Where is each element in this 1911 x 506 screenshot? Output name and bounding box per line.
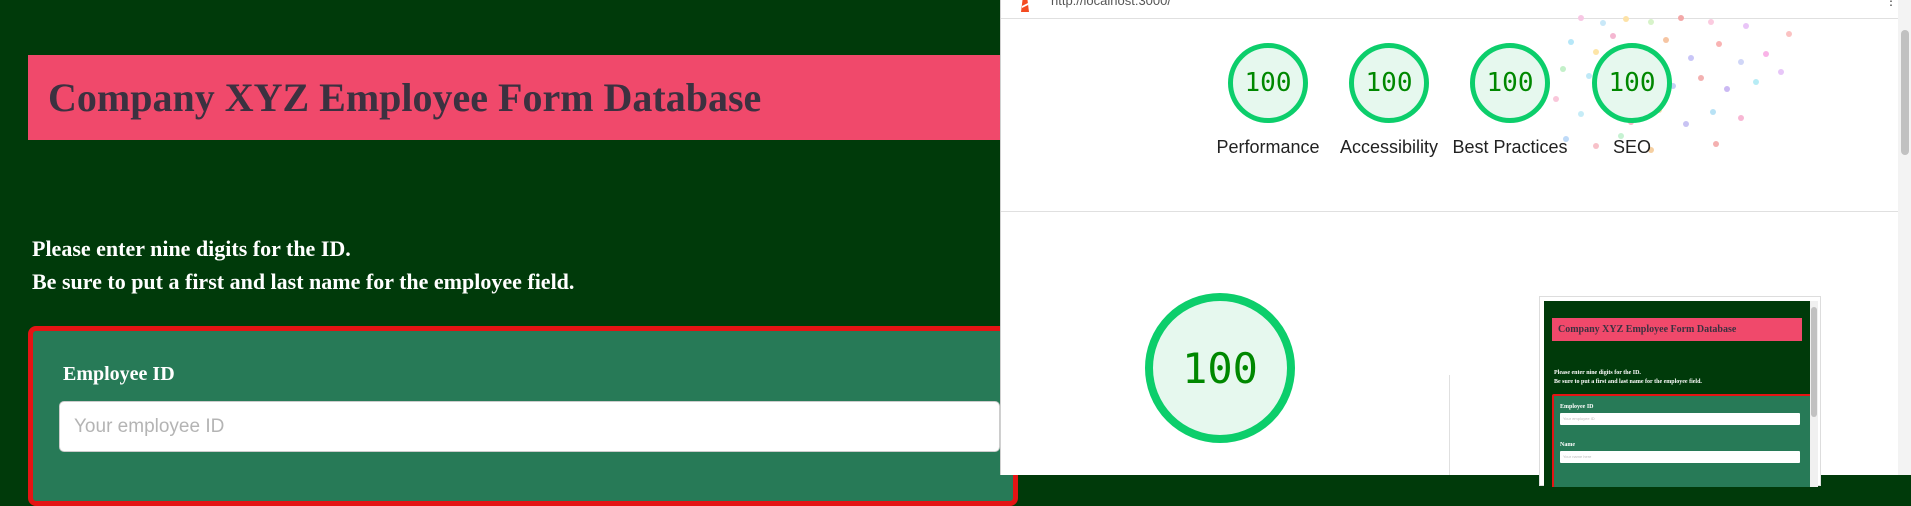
best-practices-score-gauge[interactable]: 100 xyxy=(1470,43,1550,123)
thumbnail-name-label: Name xyxy=(1560,442,1575,448)
thumbnail-instruction-id: Please enter nine digits for the ID. xyxy=(1554,370,1641,376)
employee-id-label: Employee ID xyxy=(63,363,175,385)
thumbnail-page: Company XYZ Employee Form Database Pleas… xyxy=(1544,301,1810,487)
thumbnail-employee-id-label: Employee ID xyxy=(1560,404,1594,410)
panel-scrollbar[interactable] xyxy=(1898,0,1911,475)
report-url[interactable]: http://localhost:3000/ xyxy=(1051,0,1171,8)
instruction-id: Please enter nine digits for the ID. xyxy=(32,236,351,261)
thumbnail-employee-id-input: Your employee ID xyxy=(1560,413,1800,425)
vertical-separator xyxy=(1449,375,1450,475)
seo-label[interactable]: SEO xyxy=(1567,135,1697,160)
thumbnail-name-input: Your name here xyxy=(1560,451,1800,463)
thumbnail-scrollbar xyxy=(1810,301,1818,487)
thumbnail-title: Company XYZ Employee Form Database xyxy=(1558,324,1737,335)
main-score-gauge: 100 xyxy=(1145,293,1295,443)
thumbnail-scroll-thumb xyxy=(1811,307,1817,417)
lighthouse-icon xyxy=(1021,0,1029,12)
lighthouse-report-panel: http://localhost:3000/ ⋮ 100 100 100 100… xyxy=(1000,0,1911,487)
section-divider xyxy=(1001,211,1898,212)
employee-id-input[interactable] xyxy=(59,401,1000,452)
performance-label[interactable]: Performance xyxy=(1203,135,1333,160)
best-practices-label[interactable]: Best Practices xyxy=(1445,135,1575,160)
thumbnail-banner: Company XYZ Employee Form Database xyxy=(1552,318,1802,341)
kebab-menu-icon[interactable]: ⋮ xyxy=(1885,0,1897,8)
employee-form-page: Company XYZ Employee Form Database Pleas… xyxy=(0,0,1018,506)
thumbnail-form: Employee ID Your employee ID Name Your n… xyxy=(1552,394,1810,487)
instruction-name: Be sure to put a first and last name for… xyxy=(32,269,575,294)
accessibility-score-gauge[interactable]: 100 xyxy=(1349,43,1429,123)
page-title: Company XYZ Employee Form Database xyxy=(48,75,762,120)
performance-score-gauge[interactable]: 100 xyxy=(1228,43,1308,123)
page-banner: Company XYZ Employee Form Database xyxy=(28,55,1000,140)
thumbnail-instruction-name: Be sure to put a first and last name for… xyxy=(1554,379,1702,385)
page-screenshot-thumbnail[interactable]: Company XYZ Employee Form Database Pleas… xyxy=(1539,296,1821,487)
employee-form: Employee ID xyxy=(28,326,1018,506)
panel-scroll-thumb[interactable] xyxy=(1901,30,1909,155)
accessibility-label[interactable]: Accessibility xyxy=(1324,135,1454,160)
seo-score-gauge[interactable]: 100 xyxy=(1592,43,1672,123)
